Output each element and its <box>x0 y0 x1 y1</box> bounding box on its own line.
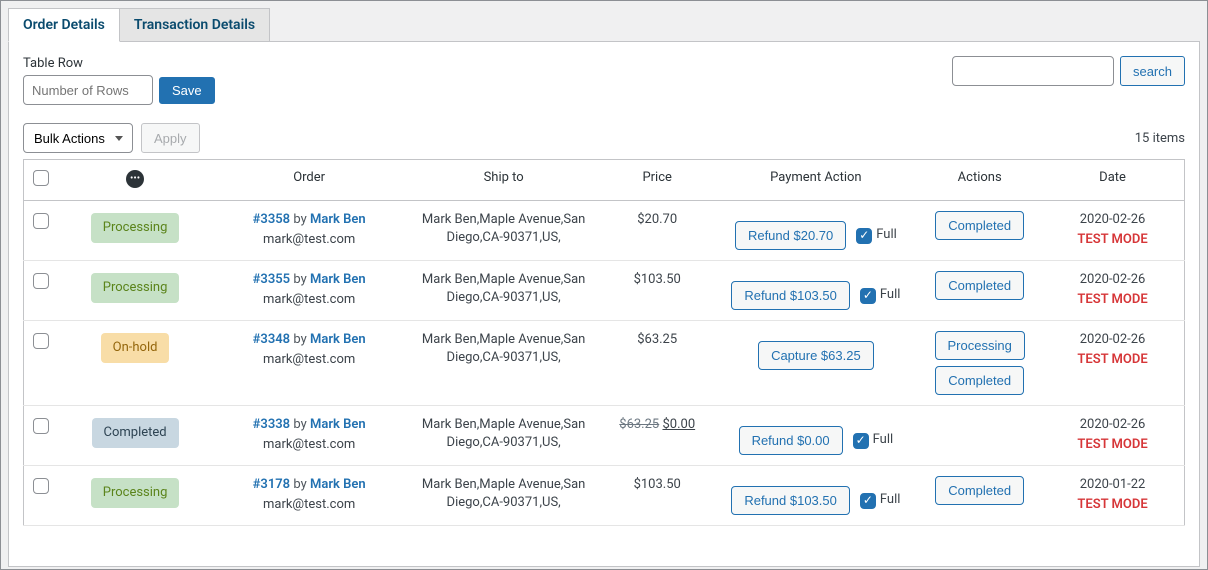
date-value: 2020-02-26 <box>1080 417 1146 432</box>
ship-to: Mark Ben,Maple Avenue,San Diego,CA-90371… <box>406 406 601 466</box>
order-email: mark@test.com <box>220 351 399 369</box>
by-text: by <box>293 332 306 347</box>
items-count: 15 items <box>1135 131 1185 146</box>
full-checkbox[interactable] <box>860 493 876 509</box>
action-button[interactable]: Completed <box>935 211 1024 240</box>
table-row: Completed #3338 by Mark Ben mark@test.com M… <box>24 406 1185 466</box>
full-label: Full <box>873 431 894 449</box>
status-badge: Processing <box>91 273 180 303</box>
order-link[interactable]: #3178 <box>253 477 290 492</box>
author-link[interactable]: Mark Ben <box>310 477 366 492</box>
price-cell: $63.25 <box>601 321 714 406</box>
author-link[interactable]: Mark Ben <box>310 272 366 287</box>
date-value: 2020-01-22 <box>1080 477 1146 492</box>
full-checkbox-label[interactable]: Full <box>860 286 901 304</box>
price-cell: $103.50 <box>601 261 714 321</box>
date-value: 2020-02-26 <box>1080 212 1146 227</box>
full-checkbox-label[interactable]: Full <box>856 226 897 244</box>
price-cell: $103.50 <box>601 466 714 526</box>
row-checkbox[interactable] <box>33 273 49 289</box>
order-link[interactable]: #3338 <box>253 417 290 432</box>
ship-to: Mark Ben,Maple Avenue,San Diego,CA-90371… <box>406 201 601 261</box>
order-link[interactable]: #3355 <box>253 272 290 287</box>
bulk-actions-select[interactable]: Bulk Actions <box>23 123 133 153</box>
full-label: Full <box>880 286 901 304</box>
full-checkbox[interactable] <box>860 288 876 304</box>
price-cell: $63.25 $0.00 <box>601 406 714 466</box>
row-checkbox[interactable] <box>33 478 49 494</box>
payment-action-button[interactable]: Refund $103.50 <box>731 486 850 515</box>
payment-action-button[interactable]: Refund $103.50 <box>731 281 850 310</box>
by-text: by <box>293 212 306 227</box>
order-email: mark@test.com <box>220 231 399 249</box>
status-badge: Processing <box>91 478 180 508</box>
author-link[interactable]: Mark Ben <box>310 212 366 227</box>
full-checkbox-label[interactable]: Full <box>860 491 901 509</box>
tab-transaction-details[interactable]: Transaction Details <box>120 8 270 42</box>
table-row: On-hold #3348 by Mark Ben mark@test.com Mar… <box>24 321 1185 406</box>
full-label: Full <box>880 491 901 509</box>
orders-table: ••• Order Ship to Price Payment Action A… <box>23 159 1185 526</box>
full-checkbox[interactable] <box>856 228 872 244</box>
order-email: mark@test.com <box>220 436 399 454</box>
full-label: Full <box>876 226 897 244</box>
header-order: Order <box>212 160 407 201</box>
price-cell: $20.70 <box>601 201 714 261</box>
test-mode-label: TEST MODE <box>1049 496 1176 514</box>
action-button[interactable]: Completed <box>935 366 1024 395</box>
tab-order-details[interactable]: Order Details <box>8 8 120 42</box>
apply-button[interactable]: Apply <box>141 123 200 153</box>
full-checkbox[interactable] <box>853 433 869 449</box>
by-text: by <box>293 272 306 287</box>
header-payment-action: Payment Action <box>714 160 919 201</box>
header-actions: Actions <box>918 160 1041 201</box>
row-checkbox[interactable] <box>33 333 49 349</box>
select-all-checkbox[interactable] <box>33 170 49 186</box>
table-row-label: Table Row <box>23 56 215 71</box>
test-mode-label: TEST MODE <box>1049 436 1176 454</box>
order-link[interactable]: #3358 <box>253 212 290 227</box>
payment-action-button[interactable]: Refund $0.00 <box>739 426 843 455</box>
action-button[interactable]: Completed <box>935 476 1024 505</box>
header-price: Price <box>601 160 714 201</box>
date-value: 2020-02-26 <box>1080 332 1146 347</box>
test-mode-label: TEST MODE <box>1049 291 1176 309</box>
by-text: by <box>293 477 306 492</box>
status-toggle-icon[interactable]: ••• <box>126 170 144 188</box>
by-text: by <box>293 417 306 432</box>
full-checkbox-label[interactable]: Full <box>853 431 894 449</box>
status-badge: Processing <box>91 213 180 243</box>
search-input[interactable] <box>952 56 1114 86</box>
action-button[interactable]: Completed <box>935 271 1024 300</box>
test-mode-label: TEST MODE <box>1049 231 1176 249</box>
order-email: mark@test.com <box>220 496 399 514</box>
status-badge: Completed <box>92 418 179 448</box>
row-checkbox[interactable] <box>33 213 49 229</box>
search-button[interactable]: search <box>1120 56 1185 86</box>
order-email: mark@test.com <box>220 291 399 309</box>
number-of-rows-input[interactable] <box>23 75 153 105</box>
ship-to: Mark Ben,Maple Avenue,San Diego,CA-90371… <box>406 466 601 526</box>
ship-to: Mark Ben,Maple Avenue,San Diego,CA-90371… <box>406 321 601 406</box>
test-mode-label: TEST MODE <box>1049 351 1176 369</box>
author-link[interactable]: Mark Ben <box>310 417 366 432</box>
header-ship-to: Ship to <box>406 160 601 201</box>
payment-action-button[interactable]: Refund $20.70 <box>735 221 846 250</box>
order-link[interactable]: #3348 <box>253 332 290 347</box>
author-link[interactable]: Mark Ben <box>310 332 366 347</box>
row-checkbox[interactable] <box>33 418 49 434</box>
action-button[interactable]: Processing <box>935 331 1025 360</box>
save-button[interactable]: Save <box>159 77 215 104</box>
table-row: Processing #3355 by Mark Ben mark@test.com… <box>24 261 1185 321</box>
ship-to: Mark Ben,Maple Avenue,San Diego,CA-90371… <box>406 261 601 321</box>
header-date: Date <box>1041 160 1184 201</box>
table-row: Processing #3358 by Mark Ben mark@test.com… <box>24 201 1185 261</box>
payment-action-button[interactable]: Capture $63.25 <box>758 341 874 370</box>
date-value: 2020-02-26 <box>1080 272 1146 287</box>
table-row: Processing #3178 by Mark Ben mark@test.com… <box>24 466 1185 526</box>
status-badge: On-hold <box>101 333 170 363</box>
